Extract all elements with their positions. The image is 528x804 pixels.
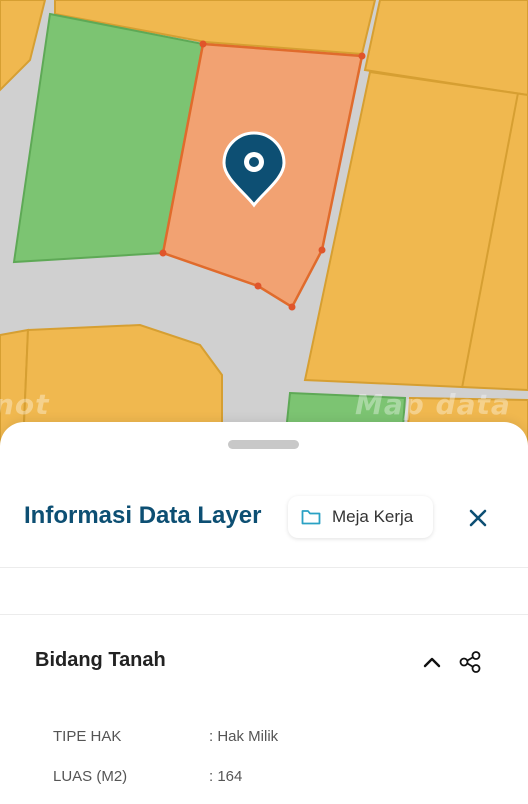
map-view[interactable]: not Map data — [0, 0, 528, 470]
section-title: Bidang Tanah — [35, 649, 166, 671]
workspace-button-label: Meja Kerja — [332, 507, 414, 526]
folder-icon — [300, 506, 322, 528]
attribute-value: : Hak Milik — [209, 728, 279, 745]
attribute-row: LUAS (M2) : 164 — [53, 768, 493, 790]
share-icon — [459, 651, 481, 673]
chevron-up-icon — [423, 657, 441, 668]
parcel-vertex — [254, 282, 262, 290]
parcel-vertex — [199, 40, 207, 48]
parcel-vertex — [159, 249, 167, 257]
divider — [0, 614, 528, 615]
drag-handle[interactable] — [228, 440, 299, 449]
map-watermark-left: not — [0, 388, 50, 421]
close-button[interactable] — [462, 502, 494, 534]
collapse-button[interactable] — [418, 648, 446, 676]
attribute-value: : 164 — [209, 768, 243, 785]
map-watermark-right: Map data — [355, 388, 511, 421]
panel-title: Informasi Data Layer — [24, 502, 262, 529]
attribute-label: LUAS (M2) — [53, 768, 128, 785]
info-bottom-sheet: Informasi Data Layer Meja Kerja Bidang T… — [0, 422, 528, 804]
workspace-button[interactable]: Meja Kerja — [288, 496, 433, 538]
parcel-vertex — [318, 246, 326, 254]
parcel-vertex — [288, 303, 296, 311]
parcel-vertex — [358, 52, 366, 60]
attribute-label: TIPE HAK — [53, 728, 122, 745]
close-icon — [469, 509, 487, 527]
share-button[interactable] — [455, 647, 485, 677]
attribute-row: TIPE HAK : Hak Milik — [53, 728, 493, 750]
divider — [0, 567, 528, 568]
